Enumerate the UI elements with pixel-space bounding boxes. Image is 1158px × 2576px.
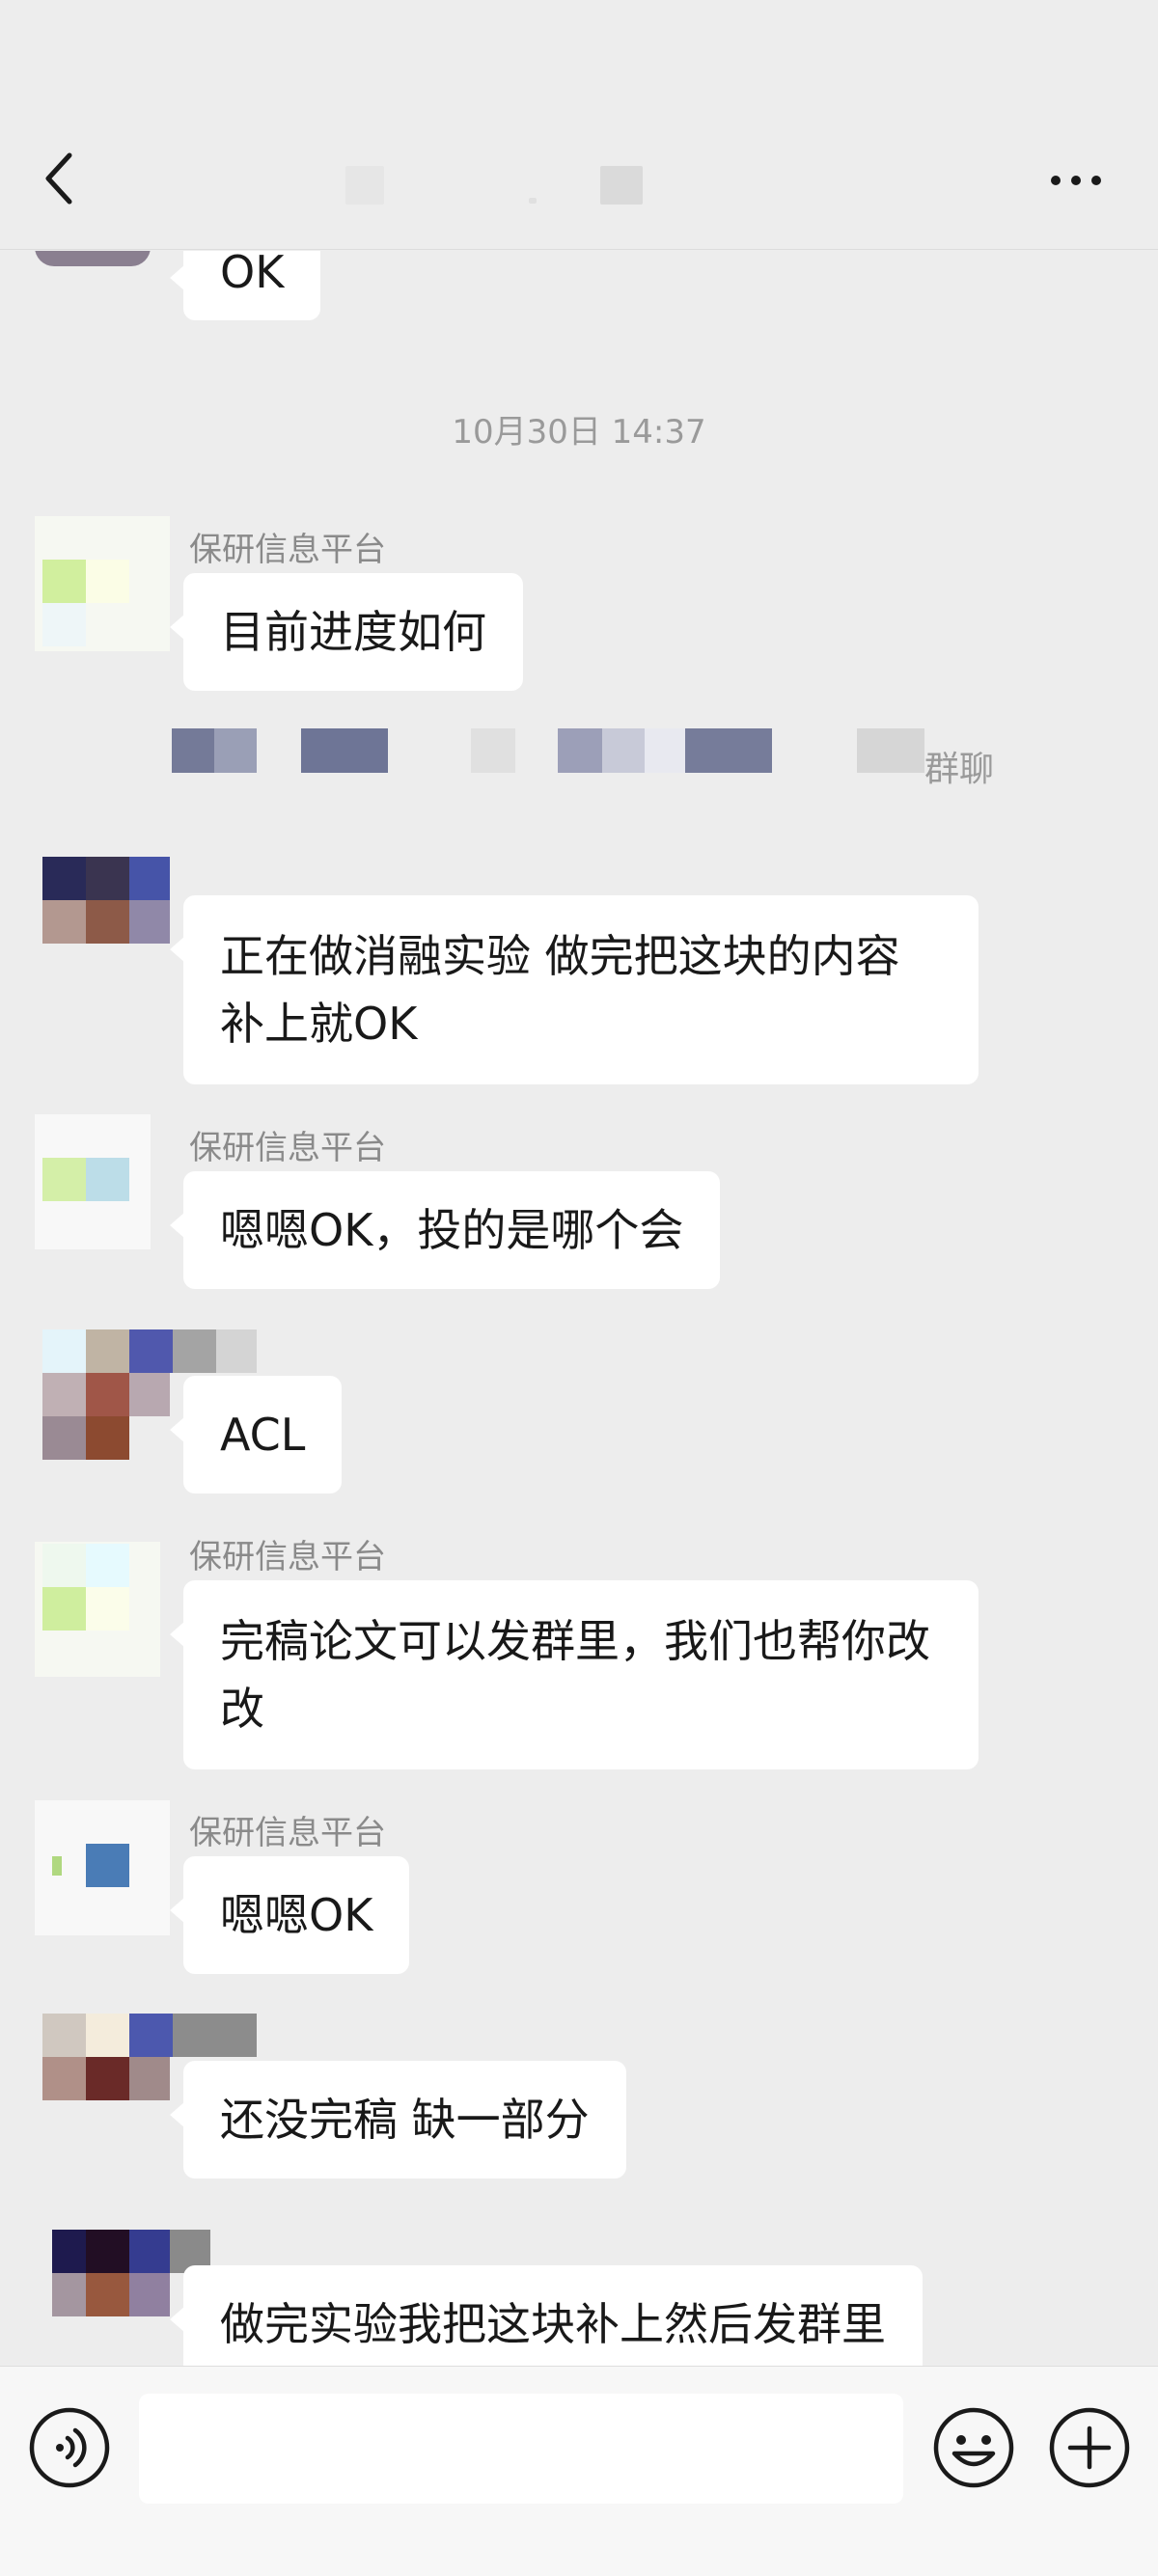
emoji-icon[interactable] [931, 2405, 1016, 2490]
message-input[interactable] [139, 2394, 903, 2504]
system-notice-redacted [857, 728, 924, 773]
more-dots-icon[interactable] [1047, 174, 1105, 189]
voice-icon[interactable] [27, 2405, 112, 2490]
message-text: OK [220, 246, 285, 298]
timestamp: 10月30日 14:37 [452, 413, 706, 452]
sender-name: 保研信息平台 [189, 1129, 386, 1167]
chat-title-redacted [600, 166, 643, 205]
message-bubble[interactable]: ACL [169, 1376, 343, 1494]
message-bubble[interactable]: 完稿论文可以发群里，我们也帮你改改 [170, 1580, 979, 1769]
message-text: 正在做消融实验 做完把这块的内容补上就OK [220, 930, 900, 1050]
input-bar [0, 2366, 1158, 2576]
avatar[interactable] [35, 1800, 170, 1935]
chat-title-redacted [529, 198, 537, 204]
system-notice-redacted [685, 728, 772, 773]
message-text: 做完实验我把这块补上然后发群里 [220, 2298, 886, 2350]
sender-name: 保研信息平台 [189, 531, 386, 569]
message-bubble[interactable]: 嗯嗯OK，投的是哪个会 [169, 1171, 721, 1289]
message-bubble[interactable]: 嗯嗯OK [169, 1856, 410, 1974]
avatar[interactable] [35, 2215, 210, 2350]
system-notice-redacted [558, 728, 602, 773]
message-text: 还没完稿 缺一部分 [220, 2094, 590, 2146]
plus-icon[interactable] [1047, 2405, 1132, 2490]
avatar[interactable] [35, 1542, 170, 1677]
message-text: 目前进度如何 [220, 606, 486, 658]
system-notice-redacted [602, 728, 645, 773]
message-bubble[interactable]: 目前进度如何 [170, 573, 523, 691]
chat-screen: OK 10月30日 14:37 保研信息平台 目前进度如何 群聊 正在做消融实验… [0, 0, 1158, 2576]
message-text: ACL [220, 1409, 306, 1461]
message-text: 嗯嗯OK，投的是哪个会 [220, 1204, 684, 1256]
header-divider [0, 249, 1158, 250]
system-notice-redacted [471, 728, 515, 773]
message-text: 完稿论文可以发群里，我们也帮你改改 [220, 1615, 930, 1735]
message-bubble[interactable]: 还没完稿 缺一部分 [170, 2061, 626, 2179]
system-notice-redacted [214, 728, 257, 773]
avatar[interactable] [35, 1114, 170, 1249]
chat-header [0, 0, 1158, 251]
message-bubble[interactable]: 正在做消融实验 做完把这块的内容补上就OK [170, 895, 979, 1084]
avatar[interactable] [35, 849, 170, 984]
system-notice-text: 群聊 [924, 750, 995, 789]
chat-title-redacted [345, 166, 384, 205]
sender-name: 保研信息平台 [189, 1538, 386, 1576]
system-notice-redacted [301, 728, 388, 773]
avatar[interactable] [35, 516, 170, 651]
message-text: 嗯嗯OK [220, 1889, 373, 1941]
system-notice-redacted [172, 728, 214, 773]
chevron-left-icon[interactable] [39, 150, 87, 207]
system-notice-redacted [645, 728, 685, 773]
sender-name: 保研信息平台 [189, 1814, 386, 1852]
